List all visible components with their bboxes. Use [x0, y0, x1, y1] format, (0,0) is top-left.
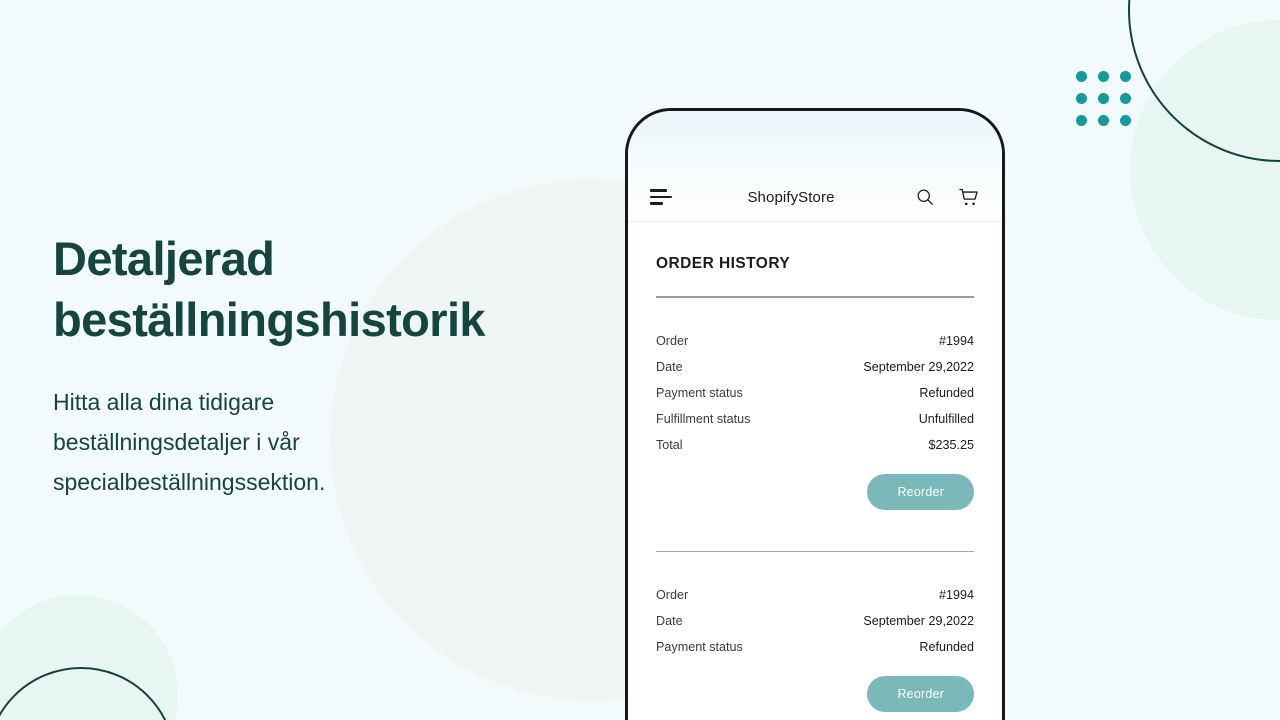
order-row: Payment status Refunded	[656, 634, 974, 660]
order-card: Order #1994 Date September 29,2022 Payme…	[656, 298, 974, 510]
dot	[1120, 115, 1131, 126]
search-icon[interactable]	[916, 188, 934, 206]
outline-circle-bottom-left	[0, 667, 176, 720]
order-row-value: September 29,2022	[863, 359, 974, 374]
dot	[1120, 71, 1131, 82]
order-row-value: #1994	[938, 333, 974, 348]
order-row-value: Unfulfilled	[918, 411, 974, 426]
page-title: Detaljerad beställningshistorik	[53, 228, 573, 350]
order-row: Order #1994	[656, 582, 974, 608]
order-history-screen: ORDER HISTORY Order #1994 Date September…	[628, 229, 1002, 720]
hero-copy: Detaljerad beställningshistorik Hitta al…	[53, 228, 573, 502]
order-card: Order #1994 Date September 29,2022 Payme…	[656, 552, 974, 712]
phone-mockup: ShopifyStore ORDER HISTORY Order #1994 D…	[625, 108, 1005, 720]
order-row-value: Refunded	[919, 385, 974, 400]
hamburger-bar	[650, 202, 663, 205]
order-history-heading: ORDER HISTORY	[656, 255, 791, 272]
order-row: Fulfillment status Unfulfilled	[656, 406, 974, 432]
app-bar: ShopifyStore	[628, 173, 1002, 221]
dot-grid-decoration	[1076, 71, 1131, 126]
order-row-label: Date	[656, 359, 683, 374]
order-row-label: Fulfillment status	[656, 411, 751, 426]
app-bar-divider	[628, 221, 1002, 222]
reorder-button[interactable]: Reorder	[867, 676, 974, 712]
headline-line-2: beställningshistorik	[53, 293, 486, 346]
headline-line-1: Detaljerad	[53, 232, 275, 285]
order-row: Order #1994	[656, 328, 974, 354]
dot	[1120, 93, 1131, 104]
reorder-button[interactable]: Reorder	[867, 473, 974, 510]
order-row-label: Order	[656, 333, 689, 348]
order-row: Total $235.25	[656, 432, 974, 458]
order-row: Payment status Refunded	[656, 380, 974, 406]
dot	[1098, 115, 1109, 126]
mint-circle-top-right	[1130, 20, 1280, 320]
dot	[1076, 115, 1087, 126]
phone-screen: ShopifyStore ORDER HISTORY Order #1994 D…	[628, 111, 1002, 720]
order-row-label: Date	[656, 614, 683, 628]
mint-circle-bottom-left	[0, 595, 178, 720]
order-row-value: September 29,2022	[863, 614, 974, 628]
hero-subcopy: Hitta alla dina tidigare beställningsdet…	[53, 389, 326, 495]
outline-circle-top-right	[1128, 0, 1280, 162]
order-row-value: $235.25	[928, 437, 974, 452]
dot	[1098, 71, 1109, 82]
app-bar-actions	[916, 188, 980, 207]
dot	[1076, 71, 1087, 82]
dot	[1076, 93, 1087, 104]
order-actions: Reorder	[656, 473, 974, 510]
order-row: Date September 29,2022	[656, 354, 974, 380]
cart-icon[interactable]	[959, 188, 980, 207]
order-row-label: Order	[656, 588, 689, 602]
order-row-label: Payment status	[656, 385, 743, 400]
hamburger-bar	[650, 189, 667, 192]
order-actions: Reorder	[656, 676, 974, 712]
order-row-label: Total	[656, 437, 683, 452]
order-row: Date September 29,2022	[656, 608, 974, 634]
order-row-value: #1994	[938, 588, 974, 602]
dot	[1098, 93, 1109, 104]
order-row-label: Payment status	[656, 640, 743, 654]
store-brand-name: ShopifyStore	[747, 188, 835, 206]
order-row-value: Refunded	[919, 640, 974, 654]
slide-canvas: Detaljerad beställningshistorik Hitta al…	[0, 0, 1280, 720]
